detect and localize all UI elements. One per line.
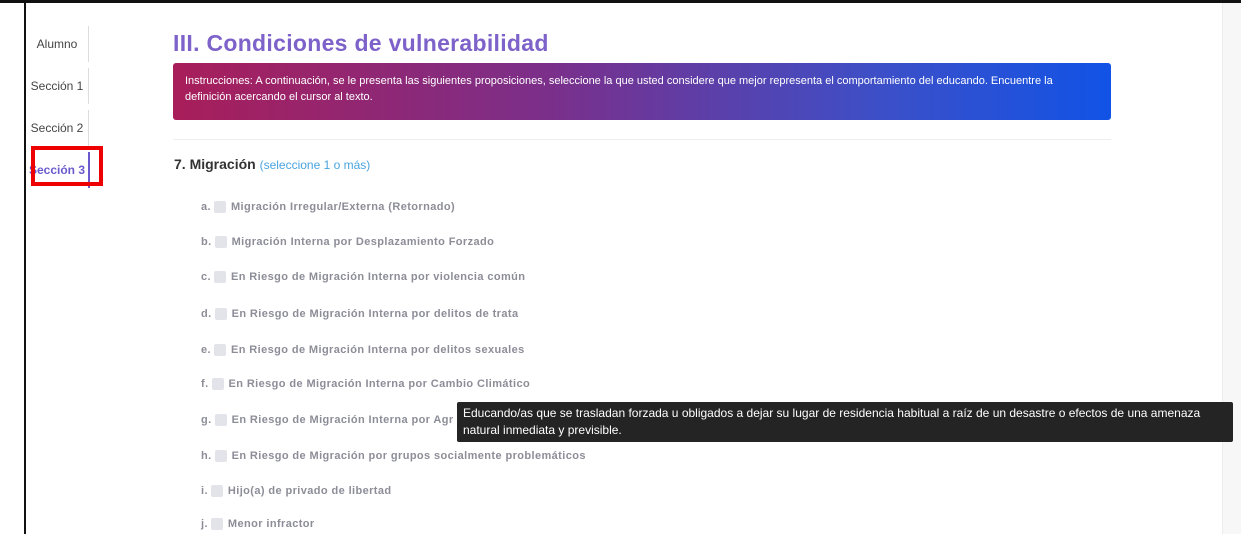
nav-item-label: Alumno [36,37,78,51]
option-label: En Riesgo de Migración Interna por delit… [231,308,519,320]
option-h[interactable]: h. En Riesgo de Migración por grupos soc… [201,446,586,466]
option-label: En Riesgo de Migración Interna por Agr [231,414,454,426]
divider [173,139,1111,140]
option-letter: j. [201,518,208,530]
option-label: Menor infractor [227,518,315,530]
option-j[interactable]: j. Menor infractor [201,514,315,534]
option-letter: e. [201,344,211,356]
option-letter: d. [201,308,212,320]
option-label: Hijo(a) de privado de libertad [227,485,392,497]
option-checkbox[interactable] [214,414,227,426]
nav-item-label: Sección 1 [30,79,84,93]
option-e[interactable]: e. En Riesgo de Migración Interna por de… [201,340,525,360]
option-label: En Riesgo de Migración por grupos social… [231,450,586,462]
option-checkbox[interactable] [210,518,223,530]
option-checkbox[interactable] [214,308,227,320]
option-checkbox[interactable] [213,201,226,213]
question-hint: (seleccione 1 o más) [259,158,371,172]
option-letter: f. [201,378,209,390]
window-top-border [0,0,1241,3]
option-label: Migración Irregular/Externa (Retornado) [230,201,456,213]
option-label: En Riesgo de Migración Interna por Cambi… [228,378,531,390]
option-label: En Riesgo de Migración Interna por viole… [230,271,526,283]
option-letter: b. [201,236,212,248]
nav-item-label: Sección 2 [30,121,84,135]
nav-item-seccion-2[interactable]: Sección 2 [26,110,89,146]
option-letter: a. [201,201,211,213]
question-title: 7. Migración [174,156,256,172]
option-letter: i. [201,485,208,497]
option-checkbox[interactable] [213,271,226,283]
option-letter: c. [201,271,211,283]
right-scroll-panel[interactable] [1222,3,1241,534]
option-b[interactable]: b. Migración Interna por Desplazamiento … [201,232,494,252]
option-checkbox[interactable] [210,485,223,497]
option-c[interactable]: c. En Riesgo de Migración Interna por vi… [201,267,525,287]
instructions-banner: Instrucciones: A continuación, se le pre… [173,63,1111,120]
option-label: En Riesgo de Migración Interna por delit… [230,344,525,356]
option-letter: h. [201,450,212,462]
option-i[interactable]: i. Hijo(a) de privado de libertad [201,481,392,501]
nav-item-seccion-1[interactable]: Sección 1 [26,68,89,104]
definition-tooltip: Educando/as que se trasladan forzada u o… [457,402,1233,442]
option-checkbox[interactable] [211,378,224,390]
option-d[interactable]: d. En Riesgo de Migración Interna por de… [201,304,518,324]
option-checkbox[interactable] [214,450,227,462]
option-checkbox[interactable] [213,344,226,356]
annotation-highlight-box [31,146,103,186]
option-label: Migración Interna por Desplazamiento For… [231,236,495,248]
question-heading: 7. Migración (seleccione 1 o más) [174,156,370,172]
option-g[interactable]: g. En Riesgo de Migración Interna por Ag… [201,410,454,430]
option-f[interactable]: f. En Riesgo de Migración Interna por Ca… [201,374,530,394]
option-a[interactable]: a. Migración Irregular/Externa (Retornad… [201,197,455,217]
option-checkbox[interactable] [214,236,227,248]
section-title: III. Condiciones de vulnerabilidad [173,30,549,56]
nav-item-alumno[interactable]: Alumno [26,26,89,62]
option-letter: g. [201,414,212,426]
